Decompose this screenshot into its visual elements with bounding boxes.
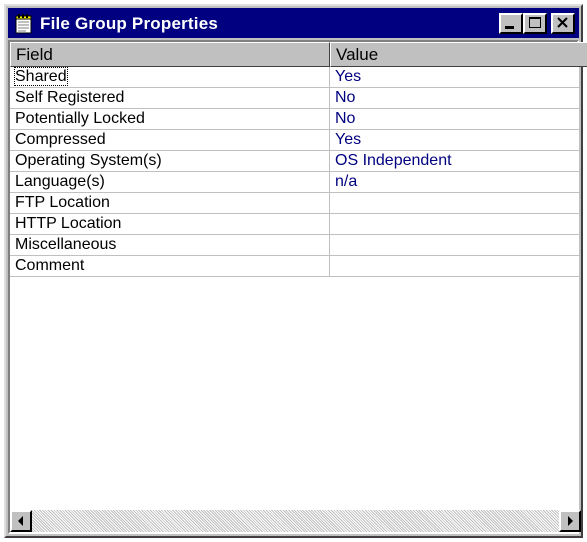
table-row-self-registered[interactable]: Self Registered No [10,88,581,109]
scroll-right-button[interactable] [559,510,581,532]
properties-window: File Group Properties Field Value Shared [4,4,587,538]
table-row-languages[interactable]: Language(s) n/a [10,172,581,193]
table-row-shared[interactable]: Shared Yes [10,67,581,88]
window-title: File Group Properties [40,14,219,33]
table-row-potentially-locked[interactable]: Potentially Locked No [10,109,581,130]
field-value[interactable]: Yes [330,130,581,151]
field-name: Language(s) [15,173,105,190]
minimize-button[interactable] [499,13,523,34]
close-button[interactable] [551,13,575,34]
field-value[interactable]: Yes [330,67,581,88]
field-name: Potentially Locked [15,110,145,127]
horizontal-scrollbar[interactable] [10,510,581,532]
table-row-compressed[interactable]: Compressed Yes [10,130,581,151]
field-name: Compressed [15,131,106,148]
field-name: HTTP Location [15,215,122,232]
field-name: Operating System(s) [15,152,162,169]
table-row-operating-systems[interactable]: Operating System(s) OS Independent [10,151,581,172]
properties-list: Field Value Shared Yes Self Registered N… [8,40,587,534]
maximize-icon [529,17,541,28]
close-icon [557,17,568,28]
minimize-icon [505,26,514,29]
maximize-button[interactable] [523,13,547,34]
field-name: Shared [14,67,68,86]
column-header-field[interactable]: Field [10,42,330,67]
notepad-icon[interactable] [14,13,34,34]
table-row-miscellaneous[interactable]: Miscellaneous [10,235,581,256]
field-value[interactable] [330,214,581,235]
table-row-ftp-location[interactable]: FTP Location [10,193,581,214]
field-value[interactable]: OS Independent [330,151,581,172]
field-value[interactable] [330,256,581,277]
table-row-comment[interactable]: Comment [10,256,581,277]
field-value[interactable] [330,235,581,256]
arrow-right-icon [568,516,573,526]
arrow-left-icon [18,516,23,526]
field-value[interactable]: n/a [330,172,581,193]
field-value[interactable]: No [330,88,581,109]
scroll-left-button[interactable] [10,510,32,532]
field-value[interactable] [330,193,581,214]
title-bar[interactable]: File Group Properties [8,8,579,38]
column-header-value[interactable]: Value [330,42,587,67]
field-name: Comment [15,257,85,274]
field-name: Miscellaneous [15,236,117,253]
field-name: FTP Location [15,194,110,211]
table-row-http-location[interactable]: HTTP Location [10,214,581,235]
field-name: Self Registered [15,89,125,106]
field-value[interactable]: No [330,109,581,130]
